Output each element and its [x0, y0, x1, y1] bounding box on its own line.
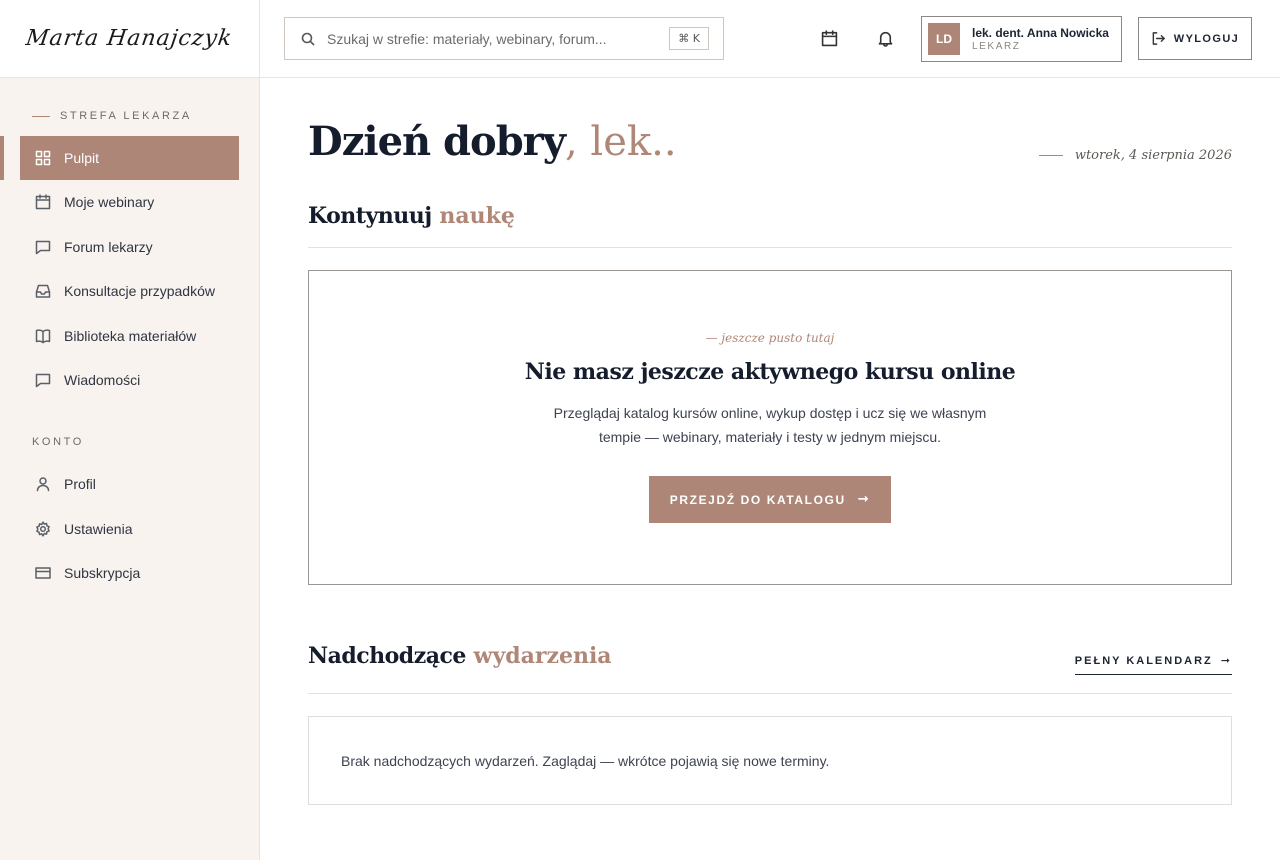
arrow-right-icon: ➞: [1220, 654, 1232, 667]
sidebar-section-label: KONTO: [32, 436, 84, 448]
sidebar-item-label: Konsultacje przypadków: [64, 283, 215, 299]
sidebar-item-forum[interactable]: Forum lekarzy: [20, 225, 239, 269]
sidebar-item-label: Moje webinary: [64, 194, 155, 210]
sidebar-item-label: Ustawienia: [64, 521, 133, 537]
message-icon: [34, 371, 52, 389]
section-divider: [308, 693, 1232, 694]
calendar-button[interactable]: [819, 28, 839, 48]
avatar: LD: [928, 23, 960, 55]
section-title-bold: Kontynuuj: [308, 203, 432, 229]
gear-icon: [34, 520, 52, 538]
sidebar-item-label: Wiadomości: [64, 372, 141, 388]
section-title-light: naukę: [439, 203, 515, 229]
date-text: wtorek, 4 sierpnia 2026: [1074, 148, 1232, 163]
search-input[interactable]: [327, 30, 647, 47]
catalog-button[interactable]: PRZEJDŹ DO KATALOGU →: [649, 476, 891, 523]
greeting-bold: Dzień dobry: [308, 118, 566, 165]
sidebar-item-pulpit[interactable]: Pulpit: [20, 136, 239, 180]
user-meta: lek. dent. Anna Nowicka LEKARZ: [972, 26, 1109, 52]
sidebar-item-wiadomosci[interactable]: Wiadomości: [20, 358, 239, 402]
logout-label: WYLOGUJ: [1173, 32, 1240, 45]
learning-section-title: Kontynuuj naukę: [308, 203, 515, 229]
brand-logo[interactable]: Marta Hanajczyk: [25, 26, 235, 51]
sidebar-item-webinary[interactable]: Moje webinary: [20, 180, 239, 224]
sidebar-item-profil[interactable]: Profil: [20, 462, 239, 506]
sidebar-section-label: STREFA LEKARZA: [60, 110, 192, 122]
empty-description: Przeglądaj katalog kursów online, wykup …: [553, 405, 987, 445]
user-name: lek. dent. Anna Nowicka: [972, 26, 1109, 40]
notifications-button[interactable]: [875, 28, 895, 48]
topbar: ⌘ K LD lek. dent. Anna Nowicka LEKARZ WY…: [260, 0, 1280, 78]
book-icon: [34, 327, 52, 345]
sidebar-section-account: KONTO: [32, 436, 84, 448]
sidebar-item-label: Biblioteka materiałów: [64, 328, 197, 344]
empty-heading: Nie masz jeszcze aktywnego kursu online: [524, 359, 1016, 385]
credit-card-icon: [34, 564, 52, 582]
logout-button[interactable]: WYLOGUJ: [1138, 17, 1252, 60]
logo-area: Marta Hanajczyk: [0, 0, 259, 78]
events-empty-text: Brak nadchodzących wydarzeń. Zaglądaj — …: [341, 753, 830, 769]
sidebar: Marta Hanajczyk STREFA LEKARZA Pulpit Mo…: [0, 0, 260, 860]
sidebar-item-label: Subskrypcja: [64, 565, 141, 581]
user-menu[interactable]: LD lek. dent. Anna Nowicka LEKARZ: [921, 16, 1122, 62]
logout-icon: [1152, 32, 1165, 45]
greeting-light: , lek..: [565, 119, 677, 165]
date-dash: [1038, 155, 1063, 156]
search-icon: [301, 32, 315, 46]
empty-course-card: — jeszcze pusto tutaj Nie masz jeszcze a…: [308, 270, 1232, 585]
sidebar-item-label: Profil: [64, 476, 96, 492]
bell-icon: [878, 31, 892, 47]
section-title-light: wydarzenia: [473, 643, 612, 669]
chat-icon: [34, 238, 52, 256]
sidebar-item-label: Forum lekarzy: [64, 239, 153, 255]
empty-eyebrow: — jeszcze pusto tutaj: [705, 331, 835, 345]
sidebar-item-subskrypcja[interactable]: Subskrypcja: [20, 551, 239, 595]
active-indicator: [0, 136, 4, 180]
arrow-right-icon: →: [857, 492, 871, 507]
events-section-title: Nadchodzące wydarzenia: [308, 643, 612, 669]
sidebar-item-label: Pulpit: [64, 150, 100, 166]
calendar-icon: [34, 193, 52, 211]
sidebar-item-biblioteka[interactable]: Biblioteka materiałów: [20, 314, 239, 358]
search-box[interactable]: ⌘ K: [284, 17, 724, 60]
section-dash: [32, 115, 50, 117]
sidebar-item-ustawienia[interactable]: Ustawienia: [20, 507, 239, 551]
dashboard-icon: [34, 149, 52, 167]
current-date: wtorek, 4 sierpnia 2026: [1038, 148, 1232, 163]
shortcut-badge: ⌘ K: [669, 27, 709, 50]
user-role: LEKARZ: [972, 41, 1021, 52]
inbox-icon: [34, 282, 52, 300]
full-calendar-link[interactable]: PEŁNY KALENDARZ ➞: [1074, 654, 1232, 675]
section-divider: [308, 247, 1232, 248]
catalog-button-label: PRZEJDŹ DO KATALOGU: [669, 492, 846, 507]
full-calendar-label: PEŁNY KALENDARZ: [1074, 654, 1213, 667]
sidebar-item-konsultacje[interactable]: Konsultacje przypadków: [20, 269, 239, 313]
events-empty-card: Brak nadchodzących wydarzeń. Zaglądaj — …: [308, 716, 1232, 805]
page-title: Dzień dobry, lek..: [308, 118, 677, 166]
calendar-icon: [821, 29, 837, 46]
sidebar-section-main: STREFA LEKARZA: [32, 110, 192, 122]
user-icon: [34, 475, 52, 493]
section-title-bold: Nadchodzące: [308, 643, 466, 669]
